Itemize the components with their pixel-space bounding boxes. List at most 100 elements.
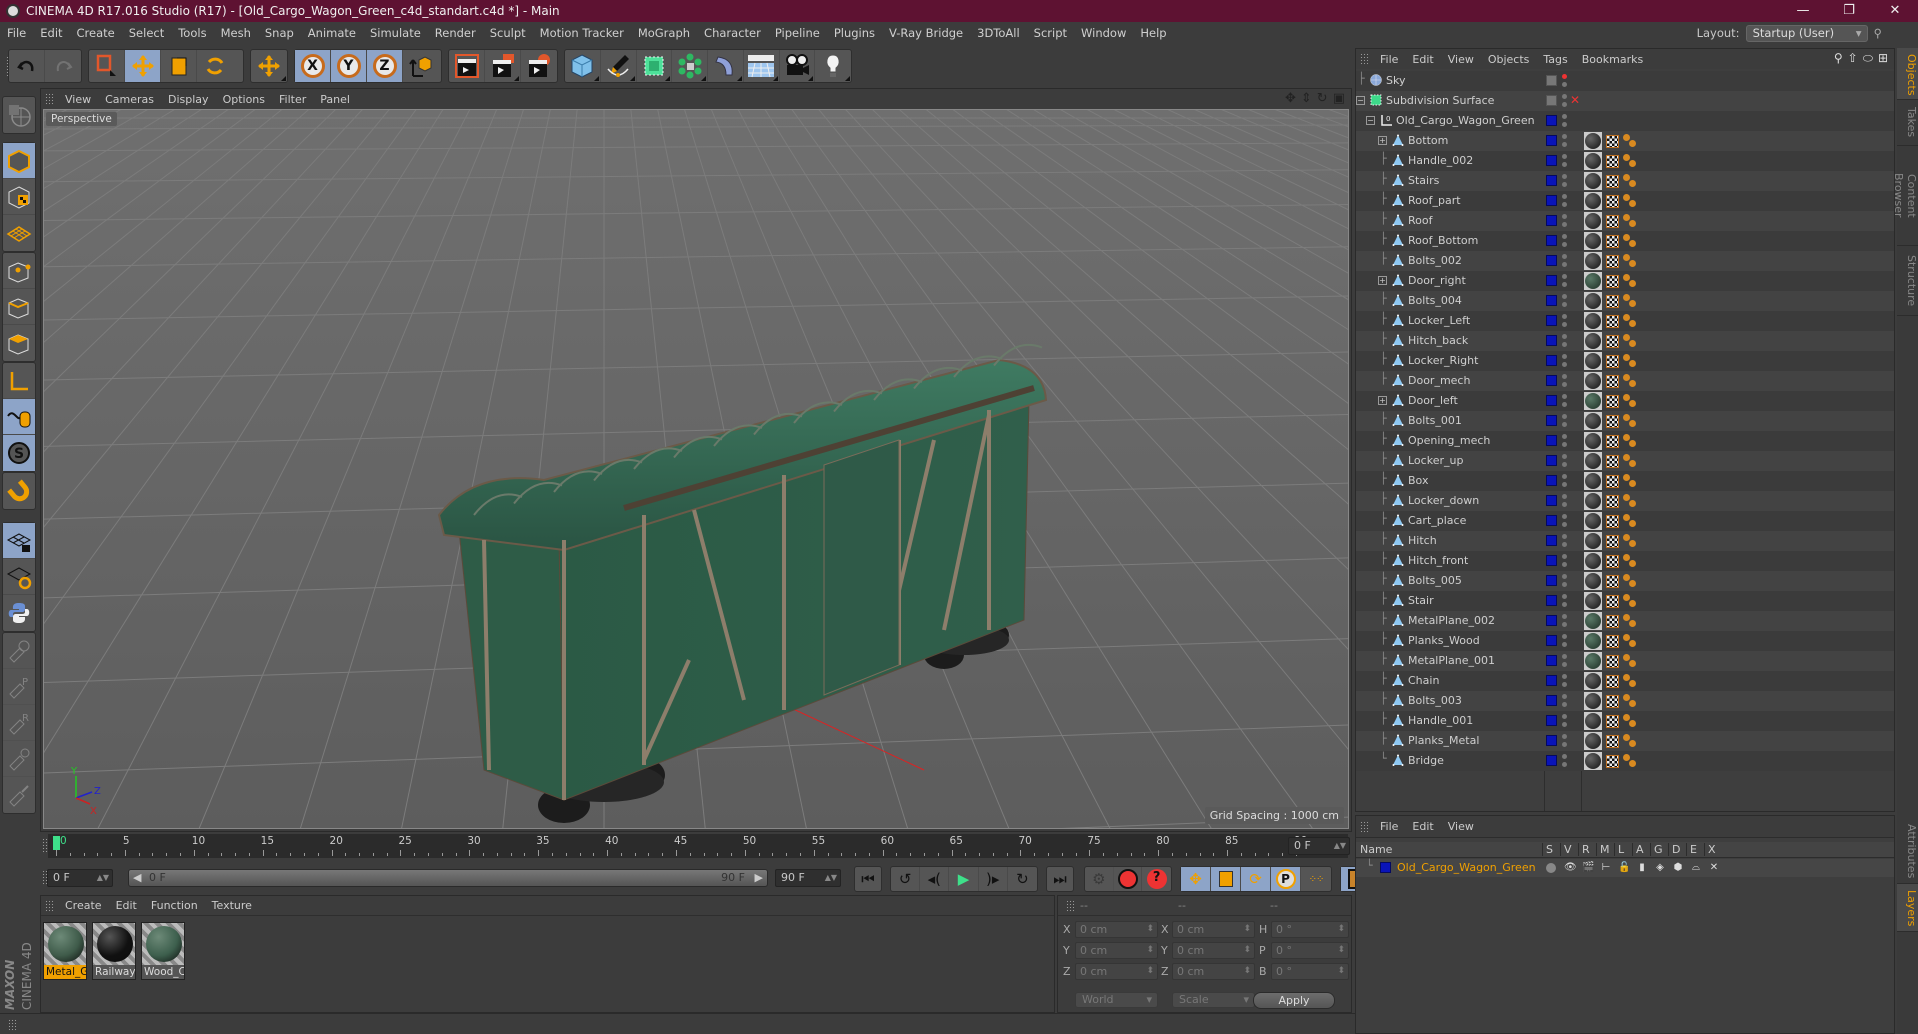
material-tag-icon[interactable] xyxy=(1584,232,1602,250)
uvw-tag-icon[interactable] xyxy=(1606,754,1619,768)
menu-pipeline[interactable]: Pipeline xyxy=(768,26,827,40)
objects-menu-bookmarks[interactable]: Bookmarks xyxy=(1575,53,1650,66)
maximize-button[interactable]: ❐ xyxy=(1826,0,1872,22)
render-picture-viewer-icon[interactable] xyxy=(485,50,521,82)
brush-r-icon[interactable]: R xyxy=(3,705,35,741)
uvw-tag-icon[interactable] xyxy=(1606,254,1619,268)
object-row[interactable]: ├ Stair xyxy=(1356,591,1894,611)
layer-color-swatch[interactable] xyxy=(1546,495,1557,506)
layer-color-swatch[interactable] xyxy=(1546,555,1557,566)
texture-mode-icon[interactable] xyxy=(3,179,35,215)
visibility-dots-icon[interactable] xyxy=(1562,534,1567,548)
object-row[interactable]: ├ Roof xyxy=(1356,211,1894,231)
objects-menu-tags[interactable]: Tags xyxy=(1536,53,1574,66)
layer-color-swatch[interactable] xyxy=(1546,755,1557,766)
visibility-dots-icon[interactable] xyxy=(1562,414,1567,428)
layer-animation-icon[interactable]: ▮ xyxy=(1636,862,1648,874)
layer-color-swatch[interactable] xyxy=(1546,175,1557,186)
uvw-tag-icon[interactable] xyxy=(1606,294,1619,308)
uvw-tag-icon[interactable] xyxy=(1606,334,1619,348)
material-swatch[interactable]: Metal_G xyxy=(43,922,87,980)
layer-manager-grip[interactable] xyxy=(1360,820,1369,833)
uvw-tag-icon[interactable] xyxy=(1606,674,1619,688)
object-name[interactable]: Bridge xyxy=(1408,754,1444,767)
size-field[interactable]: 0 cm xyxy=(1172,921,1255,938)
menu-file[interactable]: File xyxy=(0,26,33,40)
object-name[interactable]: Planks_Metal xyxy=(1408,734,1479,747)
object-row[interactable]: ├ Locker_Left xyxy=(1356,311,1894,331)
visibility-dots-icon[interactable] xyxy=(1562,714,1567,728)
phong-tag-icon[interactable] xyxy=(1623,594,1637,608)
layer-color-swatch[interactable] xyxy=(1546,735,1557,746)
position-field[interactable]: 0 cm xyxy=(1075,942,1158,959)
layers-menu-view[interactable]: View xyxy=(1441,820,1481,833)
phong-tag-icon[interactable] xyxy=(1623,314,1637,328)
tweak-mode-icon[interactable] xyxy=(3,399,35,435)
menu-sculpt[interactable]: Sculpt xyxy=(483,26,533,40)
layer-xref-icon[interactable]: ✕ xyxy=(1708,862,1720,874)
material-tag-icon[interactable] xyxy=(1584,292,1602,310)
material-tag-icon[interactable] xyxy=(1584,672,1602,690)
object-name[interactable]: Hitch_front xyxy=(1408,554,1468,567)
tab-layers[interactable]: Layers xyxy=(1897,884,1918,932)
uvw-tag-icon[interactable] xyxy=(1606,574,1619,588)
visibility-dots-icon[interactable] xyxy=(1562,734,1567,748)
material-tag-icon[interactable] xyxy=(1584,312,1602,330)
key-rotation-icon[interactable]: ⟳ xyxy=(1241,867,1271,891)
visibility-dots-icon[interactable] xyxy=(1562,134,1567,148)
phong-tag-icon[interactable] xyxy=(1623,714,1637,728)
material-swatch[interactable]: Railway_ xyxy=(92,922,136,980)
object-name[interactable]: Bolts_002 xyxy=(1408,254,1462,267)
key-parameter-icon[interactable]: P xyxy=(1271,867,1301,891)
object-row[interactable]: ├ Hitch xyxy=(1356,531,1894,551)
objects-menu-view[interactable]: View xyxy=(1441,53,1481,66)
visibility-dots-icon[interactable] xyxy=(1562,474,1567,488)
viewport-menu-options[interactable]: Options xyxy=(216,93,272,106)
dolly-icon[interactable]: ⇕ xyxy=(1301,91,1312,106)
material-tag-icon[interactable] xyxy=(1584,332,1602,350)
collapse-icon[interactable]: − xyxy=(1356,96,1365,105)
uvw-tag-icon[interactable] xyxy=(1606,214,1619,228)
object-row[interactable]: ├ Bolts_001 xyxy=(1356,411,1894,431)
phong-tag-icon[interactable] xyxy=(1623,554,1637,568)
uvw-tag-icon[interactable] xyxy=(1606,494,1619,508)
slider-left-arrow-icon[interactable]: ◀ xyxy=(133,870,141,886)
layers-menu-edit[interactable]: Edit xyxy=(1405,820,1440,833)
expand-icon[interactable]: + xyxy=(1378,276,1387,285)
menu-simulate[interactable]: Simulate xyxy=(363,26,428,40)
material-tag-icon[interactable] xyxy=(1584,252,1602,270)
object-name[interactable]: Locker_up xyxy=(1408,454,1463,467)
menu-plugins[interactable]: Plugins xyxy=(827,26,882,40)
uvw-tag-icon[interactable] xyxy=(1606,454,1619,468)
layer-col-x[interactable]: X xyxy=(1704,843,1722,856)
uvw-tag-icon[interactable] xyxy=(1606,634,1619,648)
material-menu-edit[interactable]: Edit xyxy=(109,899,144,912)
viewport-canvas[interactable]: Y Z X Perspective Grid Spacing : 1000 cm xyxy=(43,109,1349,829)
object-name[interactable]: Cart_place xyxy=(1408,514,1466,527)
y-axis-icon[interactable]: Y xyxy=(331,50,367,82)
visibility-dots-icon[interactable] xyxy=(1562,274,1567,288)
layer-visible-icon[interactable]: 👁 xyxy=(1564,862,1577,874)
object-name[interactable]: Box xyxy=(1408,474,1428,487)
layer-col-m[interactable]: M xyxy=(1596,843,1614,856)
material-menu-function[interactable]: Function xyxy=(144,899,205,912)
move-active-icon[interactable] xyxy=(251,50,287,82)
material-tag-icon[interactable] xyxy=(1584,572,1602,590)
next-key-icon[interactable]: ↻ xyxy=(1008,867,1037,891)
apply-button[interactable]: Apply xyxy=(1253,992,1335,1009)
viewport-menu-display[interactable]: Display xyxy=(161,93,216,106)
rotate-icon[interactable] xyxy=(197,50,233,82)
menu-animate[interactable]: Animate xyxy=(301,26,363,40)
uvw-tag-icon[interactable] xyxy=(1606,714,1619,728)
uvw-tag-icon[interactable] xyxy=(1606,194,1619,208)
object-row[interactable]: ├ MetalPlane_001 xyxy=(1356,651,1894,671)
object-name[interactable]: Door_mech xyxy=(1408,374,1470,387)
phong-tag-icon[interactable] xyxy=(1623,754,1637,768)
status-grip[interactable] xyxy=(8,1019,17,1031)
layer-col-v[interactable]: V xyxy=(1560,843,1578,856)
material-tag-icon[interactable] xyxy=(1584,512,1602,530)
brush-edit-icon[interactable] xyxy=(3,777,35,813)
object-row[interactable]: ├ Box xyxy=(1356,471,1894,491)
material-tag-icon[interactable] xyxy=(1584,752,1602,770)
menu-3dtoall[interactable]: 3DToAll xyxy=(970,26,1027,40)
